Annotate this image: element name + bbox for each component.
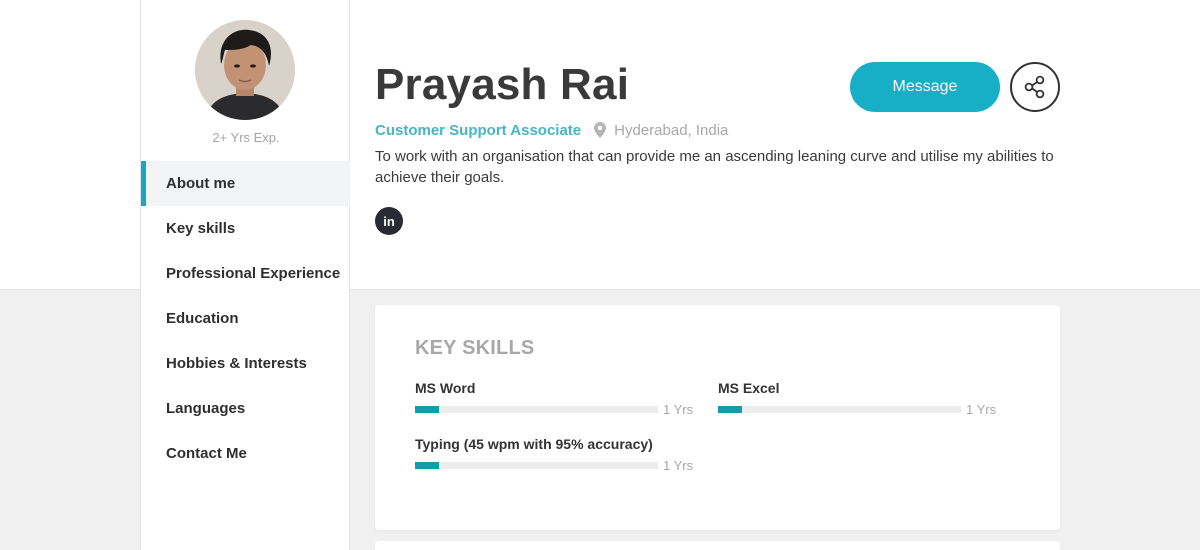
skill-item: MS Excel 1 Yrs bbox=[718, 380, 998, 417]
profile-name: Prayash Rai bbox=[375, 60, 630, 109]
skill-progress-fill bbox=[415, 462, 440, 469]
sidebar-item-education[interactable]: Education bbox=[141, 296, 350, 341]
linkedin-icon-label: in bbox=[383, 213, 395, 229]
location-pin-icon bbox=[594, 122, 607, 138]
sidebar-item-about-me[interactable]: About me bbox=[141, 161, 350, 206]
title-location-row: Customer Support Associate Hyderabad, In… bbox=[375, 120, 728, 140]
sidebar-item-contact-me[interactable]: Contact Me bbox=[141, 431, 350, 476]
sidebar-item-key-skills[interactable]: Key skills bbox=[141, 206, 350, 251]
experience-label: 2+ Yrs Exp. bbox=[212, 130, 280, 145]
share-icon bbox=[1024, 75, 1045, 99]
skill-progress-bar bbox=[718, 406, 961, 413]
avatar bbox=[195, 20, 295, 120]
next-section-card bbox=[375, 541, 1060, 550]
skill-progress-bar bbox=[415, 406, 658, 413]
skill-progress-fill bbox=[718, 406, 743, 413]
skill-name: MS Word bbox=[415, 380, 476, 396]
skill-years: 1 Yrs bbox=[663, 402, 694, 417]
skill-item: MS Word 1 Yrs bbox=[415, 380, 695, 417]
skill-progress-fill bbox=[415, 406, 440, 413]
sidebar-item-professional-experience[interactable]: Professional Experience bbox=[141, 251, 350, 296]
location: Hyderabad, India bbox=[614, 121, 729, 139]
skill-progress-bar bbox=[415, 462, 658, 469]
key-skills-heading: KEY SKILLS bbox=[415, 337, 535, 359]
message-button[interactable]: Message bbox=[850, 62, 1000, 112]
job-title: Customer Support Associate bbox=[375, 121, 582, 139]
skill-years: 1 Yrs bbox=[966, 402, 997, 417]
sidebar-nav: About me Key skills Professional Experie… bbox=[141, 161, 350, 476]
profile-summary: To work with an organisation that can pr… bbox=[375, 148, 1054, 186]
key-skills-card: KEY SKILLS MS Word 1 Yrs MS Excel 1 Yrs … bbox=[375, 305, 1060, 530]
sidebar: 2+ Yrs Exp. About me Key skills Professi… bbox=[140, 0, 350, 550]
skill-item: Typing (45 wpm with 95% accuracy) 1 Yrs bbox=[415, 436, 695, 473]
share-button[interactable] bbox=[1010, 62, 1060, 112]
sidebar-item-hobbies-interests[interactable]: Hobbies & Interests bbox=[141, 341, 350, 386]
sidebar-item-languages[interactable]: Languages bbox=[141, 386, 350, 431]
linkedin-icon[interactable]: in bbox=[375, 207, 403, 235]
skill-years: 1 Yrs bbox=[663, 458, 694, 473]
skill-name: Typing (45 wpm with 95% accuracy) bbox=[415, 436, 653, 452]
skill-name: MS Excel bbox=[718, 380, 780, 396]
